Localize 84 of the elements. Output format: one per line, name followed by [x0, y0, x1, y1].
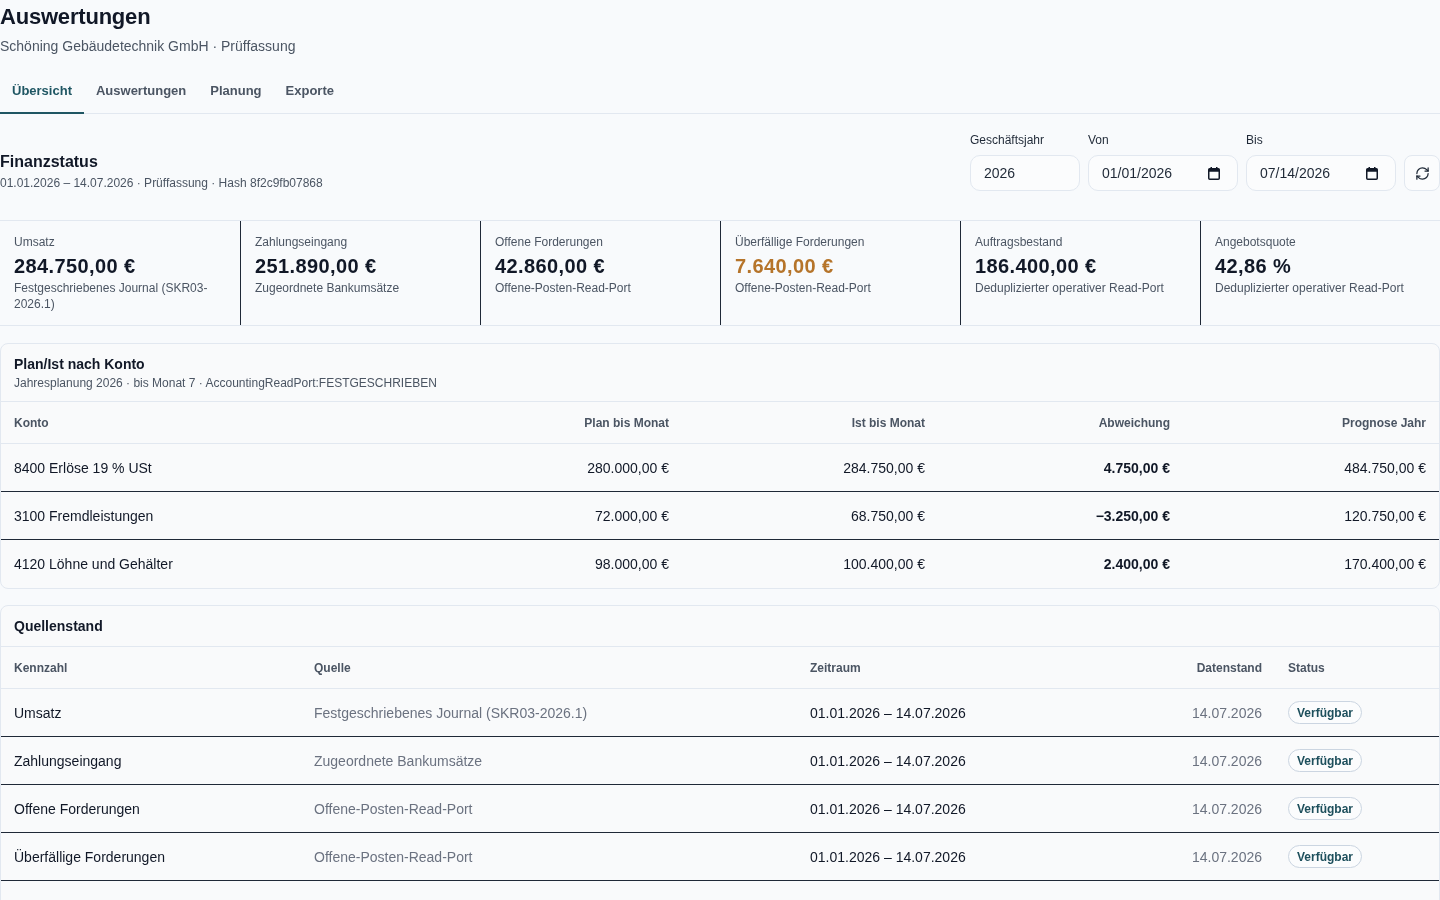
column-header: Status: [1288, 660, 1325, 675]
kpi-source: Zugeordnete Bankumsätze: [255, 280, 400, 296]
field-label: Geschäftsjahr: [970, 132, 1046, 148]
nav-tab[interactable]: Auswertungen: [83, 68, 199, 114]
field-label: Von: [1088, 132, 1110, 148]
section-title: Finanzstatus: [0, 152, 99, 172]
calendar-icon[interactable]: [1366, 166, 1378, 180]
table-cell: 01.01.2026 – 14.07.2026: [810, 704, 966, 721]
column-header: Plan bis Monat: [584, 415, 669, 430]
kpi-label: Offene Forderungen: [495, 234, 603, 250]
kpi-value: 7.640,00 €: [735, 254, 834, 278]
table-cell: Zugeordnete Bankumsätze: [314, 752, 483, 769]
kpi-source: Deduplizierter operativer Read-Port: [975, 280, 1164, 296]
refresh-button[interactable]: [1404, 155, 1440, 191]
table-cell: 484.750,00 €: [1344, 459, 1426, 476]
column-header: Kennzahl: [14, 660, 68, 675]
kpi-source: Offene-Posten-Read-Port: [495, 280, 631, 296]
input-field[interactable]: 2026: [970, 155, 1080, 191]
table-cell: 14.07.2026: [1191, 752, 1262, 769]
table-cell: 14.07.2026: [1191, 704, 1262, 721]
table-cell: 170.400,00 €: [1344, 556, 1426, 572]
card-title: Quellenstand: [14, 617, 103, 636]
status-badge: Verfügbar: [1288, 701, 1362, 724]
column-header: Konto: [14, 415, 49, 430]
kpi-label: Angebotsquote: [1215, 234, 1296, 250]
date-field[interactable]: 01/01/2026: [1088, 155, 1238, 191]
table-cell: Offene-Posten-Read-Port: [314, 800, 473, 817]
kpi-label: Zahlungseingang: [255, 234, 348, 250]
table-cell: 72.000,00 €: [595, 507, 669, 524]
kpi-label: Auftragsbestand: [975, 234, 1063, 250]
table-cell: 14.07.2026: [1191, 800, 1262, 817]
card-subtitle: Jahresplanung 2026 · bis Monat 7 · AccountingReadPort:FESTGESCHRIEBEN: [14, 375, 437, 391]
kpi-label: Überfällige Forderungen: [735, 234, 865, 250]
column-header: Zeitraum: [810, 660, 861, 675]
status-badge: Verfügbar: [1288, 749, 1362, 772]
table-cell: 01.01.2026 – 14.07.2026: [810, 800, 966, 817]
table-cell: 98.000,00 €: [595, 556, 669, 572]
kpi-source: Offene-Posten-Read-Port: [735, 280, 871, 296]
nav-tab[interactable]: Exporte: [273, 68, 346, 114]
column-header: Ist bis Monat: [851, 415, 925, 430]
table-cell: 8400 Erlöse 19 % USt: [14, 459, 152, 476]
kpi-value: 42,86 %: [1215, 254, 1292, 278]
table-cell: 2.400,00 €: [1103, 556, 1170, 572]
table-cell: 01.01.2026 – 14.07.2026: [810, 848, 966, 865]
column-header: Quelle: [314, 660, 351, 675]
nav-tab[interactable]: Planung: [198, 68, 274, 114]
date-field[interactable]: 07/14/2026: [1246, 155, 1396, 191]
table-cell: 14.07.2026: [1191, 848, 1262, 865]
nav-tab[interactable]: Übersicht: [0, 68, 84, 114]
table-cell: 4.750,00 €: [1103, 459, 1170, 476]
page-subtitle: Schöning Gebäudetechnik GmbH · Prüffassung: [0, 37, 297, 56]
page-title: Auswertungen: [0, 3, 152, 31]
table-cell: 01.01.2026 – 14.07.2026: [810, 752, 966, 769]
column-header: Datenstand: [1196, 660, 1262, 675]
table-cell: Festgeschriebenes Journal (SKR03-2026.1): [314, 704, 588, 721]
column-header: Abweichung: [1098, 415, 1170, 430]
table-cell: Zahlungseingang: [14, 752, 122, 769]
table-cell: 280.000,00 €: [587, 459, 669, 476]
kpi-label: Umsatz: [14, 234, 55, 250]
calendar-icon[interactable]: [1208, 166, 1220, 180]
kpi-value: 251.890,00 €: [255, 254, 377, 278]
table-cell: 68.750,00 €: [851, 507, 925, 524]
table-cell: −3.250,00 €: [1095, 507, 1170, 524]
column-header: Prognose Jahr: [1341, 415, 1426, 430]
kpi-value: 186.400,00 €: [975, 254, 1097, 278]
field-label: Bis: [1246, 132, 1264, 148]
card-title: Plan/Ist nach Konto: [14, 355, 145, 374]
table-cell: Offene Forderungen: [14, 800, 140, 817]
table-cell: 100.400,00 €: [843, 556, 925, 572]
table-cell: 120.750,00 €: [1344, 507, 1426, 524]
kpi-source: Deduplizierter operativer Read-Port: [1215, 280, 1404, 296]
table-cell: Überfällige Forderungen: [14, 848, 165, 865]
refresh-icon: [1414, 165, 1430, 181]
section-meta: 01.01.2026 – 14.07.2026 · Prüffassung · Hash 8f2c9fb07868: [0, 175, 323, 191]
kpi-source: Festgeschriebenes Journal (SKR03-2026.1): [14, 280, 209, 312]
status-badge: Verfügbar: [1288, 797, 1362, 820]
table-cell: Offene-Posten-Read-Port: [314, 848, 473, 865]
table-cell: 4120 Löhne und Gehälter: [14, 556, 173, 572]
kpi-value: 42.860,00 €: [495, 254, 606, 278]
kpi-value: 284.750,00 €: [14, 254, 136, 278]
status-badge: Verfügbar: [1288, 845, 1362, 868]
table-cell: 284.750,00 €: [843, 459, 925, 476]
table-cell: 3100 Fremdleistungen: [14, 507, 154, 524]
table-cell: Umsatz: [14, 704, 62, 721]
